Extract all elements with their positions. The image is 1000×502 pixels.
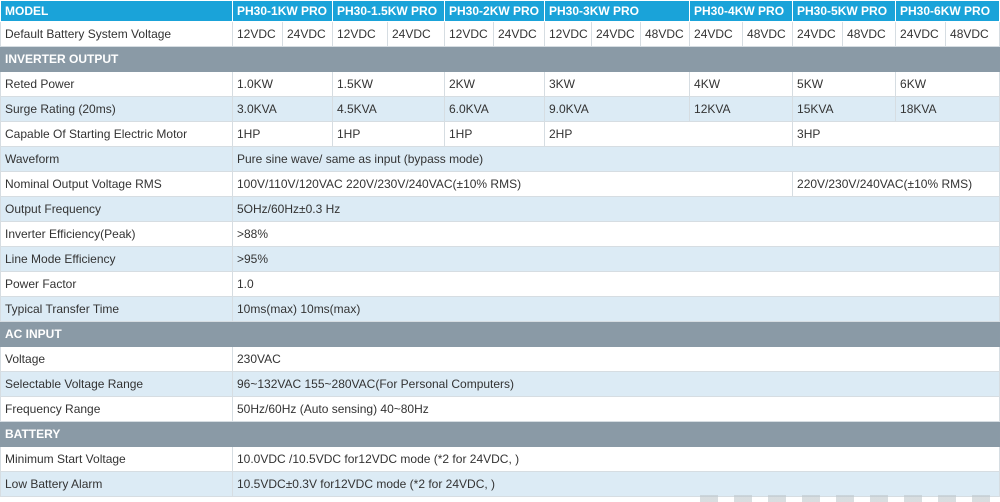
model-3kw: PH30-3KW PRO (543, 0, 691, 22)
section-ac-input: AC INPUT (0, 321, 1000, 347)
cell: 12KVA (689, 96, 794, 122)
cell: 100V/110V/120VAC 220V/230V/240VAC(±10% R… (231, 171, 794, 197)
power-factor-row: Power Factor 1.0 (0, 271, 1000, 297)
model-5kw: PH30-5KW PRO (792, 0, 897, 22)
row-label: Minimum Start Voltage (0, 446, 233, 472)
cell: 1HP (232, 121, 333, 147)
cell: >88% (231, 221, 1000, 247)
cell: 48VDC (945, 21, 1000, 47)
cell: 6KW (895, 71, 1000, 97)
cell: 6.0KVA (444, 96, 545, 122)
electric-motor-row: Capable Of Starting Electric Motor 1HP 1… (0, 121, 1000, 147)
cell: 5OHz/60Hz±0.3 Hz (231, 196, 1000, 222)
model-6kw: PH30-6KW PRO (895, 0, 1000, 22)
cell: 96~132VAC 155~280VAC(For Personal Comput… (231, 371, 1000, 397)
cell: 1HP (444, 121, 545, 147)
cell: 5KW (792, 71, 897, 97)
cell: 1.5KW (332, 71, 445, 97)
section-title: INVERTER OUTPUT (0, 46, 1000, 72)
cell: 4KW (689, 71, 794, 97)
line-mode-efficiency-row: Line Mode Efficiency >95% (0, 246, 1000, 272)
cell: 12VDC (544, 21, 592, 47)
cell: 2KW (444, 71, 545, 97)
cell: 24VDC (282, 21, 333, 47)
transfer-time-row: Typical Transfer Time 10ms(max) 10ms(max… (0, 296, 1000, 322)
section-title: AC INPUT (0, 321, 1000, 347)
cell: 24VDC (895, 21, 947, 47)
section-title: BATTERY (0, 421, 1000, 447)
cell: 4.5KVA (332, 96, 445, 122)
row-label: Surge Rating (20ms) (0, 96, 233, 122)
cell: 48VDC (842, 21, 897, 47)
battery-voltage-row: Default Battery System Voltage 12VDC 24V… (0, 21, 1000, 47)
cell: 24VDC (792, 21, 844, 47)
row-label: Selectable Voltage Range (0, 371, 233, 397)
row-label: Inverter Efficiency(Peak) (0, 221, 233, 247)
row-label: Waveform (0, 146, 233, 172)
spec-table: MODEL PH30-1KW PRO PH30-1.5KW PRO PH30-2… (0, 0, 1000, 497)
surge-rating-row: Surge Rating (20ms) 3.0KVA 4.5KVA 6.0KVA… (0, 96, 1000, 122)
frequency-range-row: Frequency Range 50Hz/60Hz (Auto sensing)… (0, 396, 1000, 422)
cell: 50Hz/60Hz (Auto sensing) 40~80Hz (231, 396, 1000, 422)
cropped-next-row (700, 495, 1000, 502)
cell: Pure sine wave/ same as input (bypass mo… (231, 146, 1000, 172)
row-label: Typical Transfer Time (0, 296, 233, 322)
cell: 1.0KW (232, 71, 333, 97)
row-label: Voltage (0, 346, 233, 372)
low-battery-alarm-row: Low Battery Alarm 10.5VDC±0.3V for12VDC … (0, 471, 1000, 497)
cell: 18KVA (895, 96, 1000, 122)
row-label: Power Factor (0, 271, 233, 297)
selectable-range-row: Selectable Voltage Range 96~132VAC 155~2… (0, 371, 1000, 397)
row-label: Line Mode Efficiency (0, 246, 233, 272)
cell: 24VDC (387, 21, 445, 47)
rated-power-row: Reted Power 1.0KW 1.5KW 2KW 3KW 4KW 5KW … (0, 71, 1000, 97)
cell: 10.0VDC /10.5VDC for12VDC mode (*2 for 2… (231, 446, 1000, 472)
cell: 12VDC (232, 21, 283, 47)
model-2kw: PH30-2KW PRO (444, 0, 545, 22)
model-1kw: PH30-1KW PRO (232, 0, 333, 22)
cell: 2HP (543, 121, 794, 147)
model-header-row: MODEL PH30-1KW PRO PH30-1.5KW PRO PH30-2… (0, 0, 1000, 22)
cell: 48VDC (742, 21, 794, 47)
row-label: Low Battery Alarm (0, 471, 233, 497)
row-label: Output Frequency (0, 196, 233, 222)
cell: 9.0KVA (543, 96, 691, 122)
cell: 24VDC (689, 21, 744, 47)
cell: 12VDC (332, 21, 388, 47)
cell: 15KVA (792, 96, 897, 122)
cell: 24VDC (493, 21, 545, 47)
row-label: Capable Of Starting Electric Motor (0, 121, 233, 147)
inverter-efficiency-row: Inverter Efficiency(Peak) >88% (0, 221, 1000, 247)
cell: 220V/230V/240VAC(±10% RMS) (792, 171, 1000, 197)
cell: 48VDC (639, 21, 691, 47)
row-label: Frequency Range (0, 396, 233, 422)
section-inverter-output: INVERTER OUTPUT (0, 46, 1000, 72)
row-label: Default Battery System Voltage (0, 21, 233, 47)
cell: 10.5VDC±0.3V for12VDC mode (*2 for 24VDC… (231, 471, 1000, 497)
model-4kw: PH30-4KW PRO (689, 0, 794, 22)
min-start-voltage-row: Minimum Start Voltage 10.0VDC /10.5VDC f… (0, 446, 1000, 472)
waveform-row: Waveform Pure sine wave/ same as input (… (0, 146, 1000, 172)
cell: 1HP (332, 121, 445, 147)
model-label: MODEL (0, 0, 233, 22)
output-frequency-row: Output Frequency 5OHz/60Hz±0.3 Hz (0, 196, 1000, 222)
ac-voltage-row: Voltage 230VAC (0, 346, 1000, 372)
cell: 12VDC (444, 21, 494, 47)
cell: 3HP (792, 121, 1000, 147)
section-battery: BATTERY (0, 421, 1000, 447)
cell: >95% (231, 246, 1000, 272)
cell: 10ms(max) 10ms(max) (231, 296, 1000, 322)
cell: 3KW (543, 71, 691, 97)
cell: 3.0KVA (232, 96, 333, 122)
cell: 1.0 (231, 271, 1000, 297)
row-label: Nominal Output Voltage RMS (0, 171, 233, 197)
row-label: Reted Power (0, 71, 233, 97)
cell: 230VAC (231, 346, 1000, 372)
cell: 24VDC (591, 21, 641, 47)
model-1-5kw: PH30-1.5KW PRO (332, 0, 445, 22)
nominal-voltage-row: Nominal Output Voltage RMS 100V/110V/120… (0, 171, 1000, 197)
